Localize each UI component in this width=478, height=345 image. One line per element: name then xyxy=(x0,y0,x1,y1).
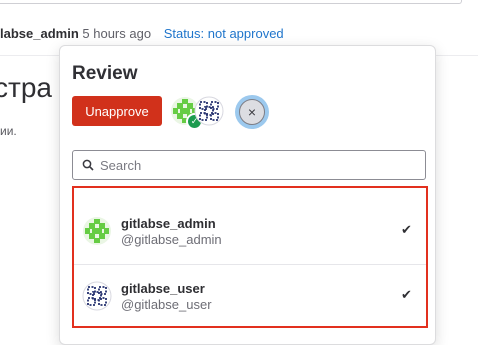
search-box[interactable] xyxy=(72,150,426,180)
approver-avatars: ✓ xyxy=(170,96,228,130)
check-icon: ✔ xyxy=(401,222,412,237)
approver-avatar-user[interactable] xyxy=(194,96,224,126)
user-handle: @gitlabse_user xyxy=(121,297,212,312)
meta-time: 5 hours ago xyxy=(82,26,152,41)
unapprove-button[interactable]: Unapprove xyxy=(72,96,162,126)
popover-title: Review xyxy=(72,63,138,84)
user-avatar xyxy=(82,281,112,311)
review-popover: Review Unapprove ✓ × Search gitlabse_adm… xyxy=(59,45,436,345)
comment-box-edge xyxy=(0,0,462,4)
user-name: gitlabse_admin xyxy=(121,216,216,231)
author-name[interactable]: labse_admin xyxy=(0,26,79,41)
user-name: gitlabse_user xyxy=(121,281,205,296)
close-button[interactable]: × xyxy=(235,95,269,129)
search-icon xyxy=(82,159,94,171)
merge-request-meta: labse_admin 5 hours ago Status: not appr… xyxy=(0,26,284,42)
list-item[interactable]: gitlabse_admin @gitlabse_admin ✔ xyxy=(74,200,426,264)
approval-status-link[interactable]: Status: not approved xyxy=(164,26,284,41)
check-icon: ✔ xyxy=(401,287,412,302)
page-text-fragment: ии. xyxy=(0,124,17,138)
user-handle: @gitlabse_admin xyxy=(121,232,222,247)
user-avatar xyxy=(83,217,111,245)
close-icon: × xyxy=(239,99,265,125)
search-input[interactable] xyxy=(100,157,400,173)
list-item[interactable]: gitlabse_user @gitlabse_user ✔ xyxy=(74,264,426,329)
user-list: gitlabse_admin @gitlabse_admin ✔ gitlabs… xyxy=(72,186,428,328)
page-heading-fragment: стра xyxy=(0,72,52,103)
